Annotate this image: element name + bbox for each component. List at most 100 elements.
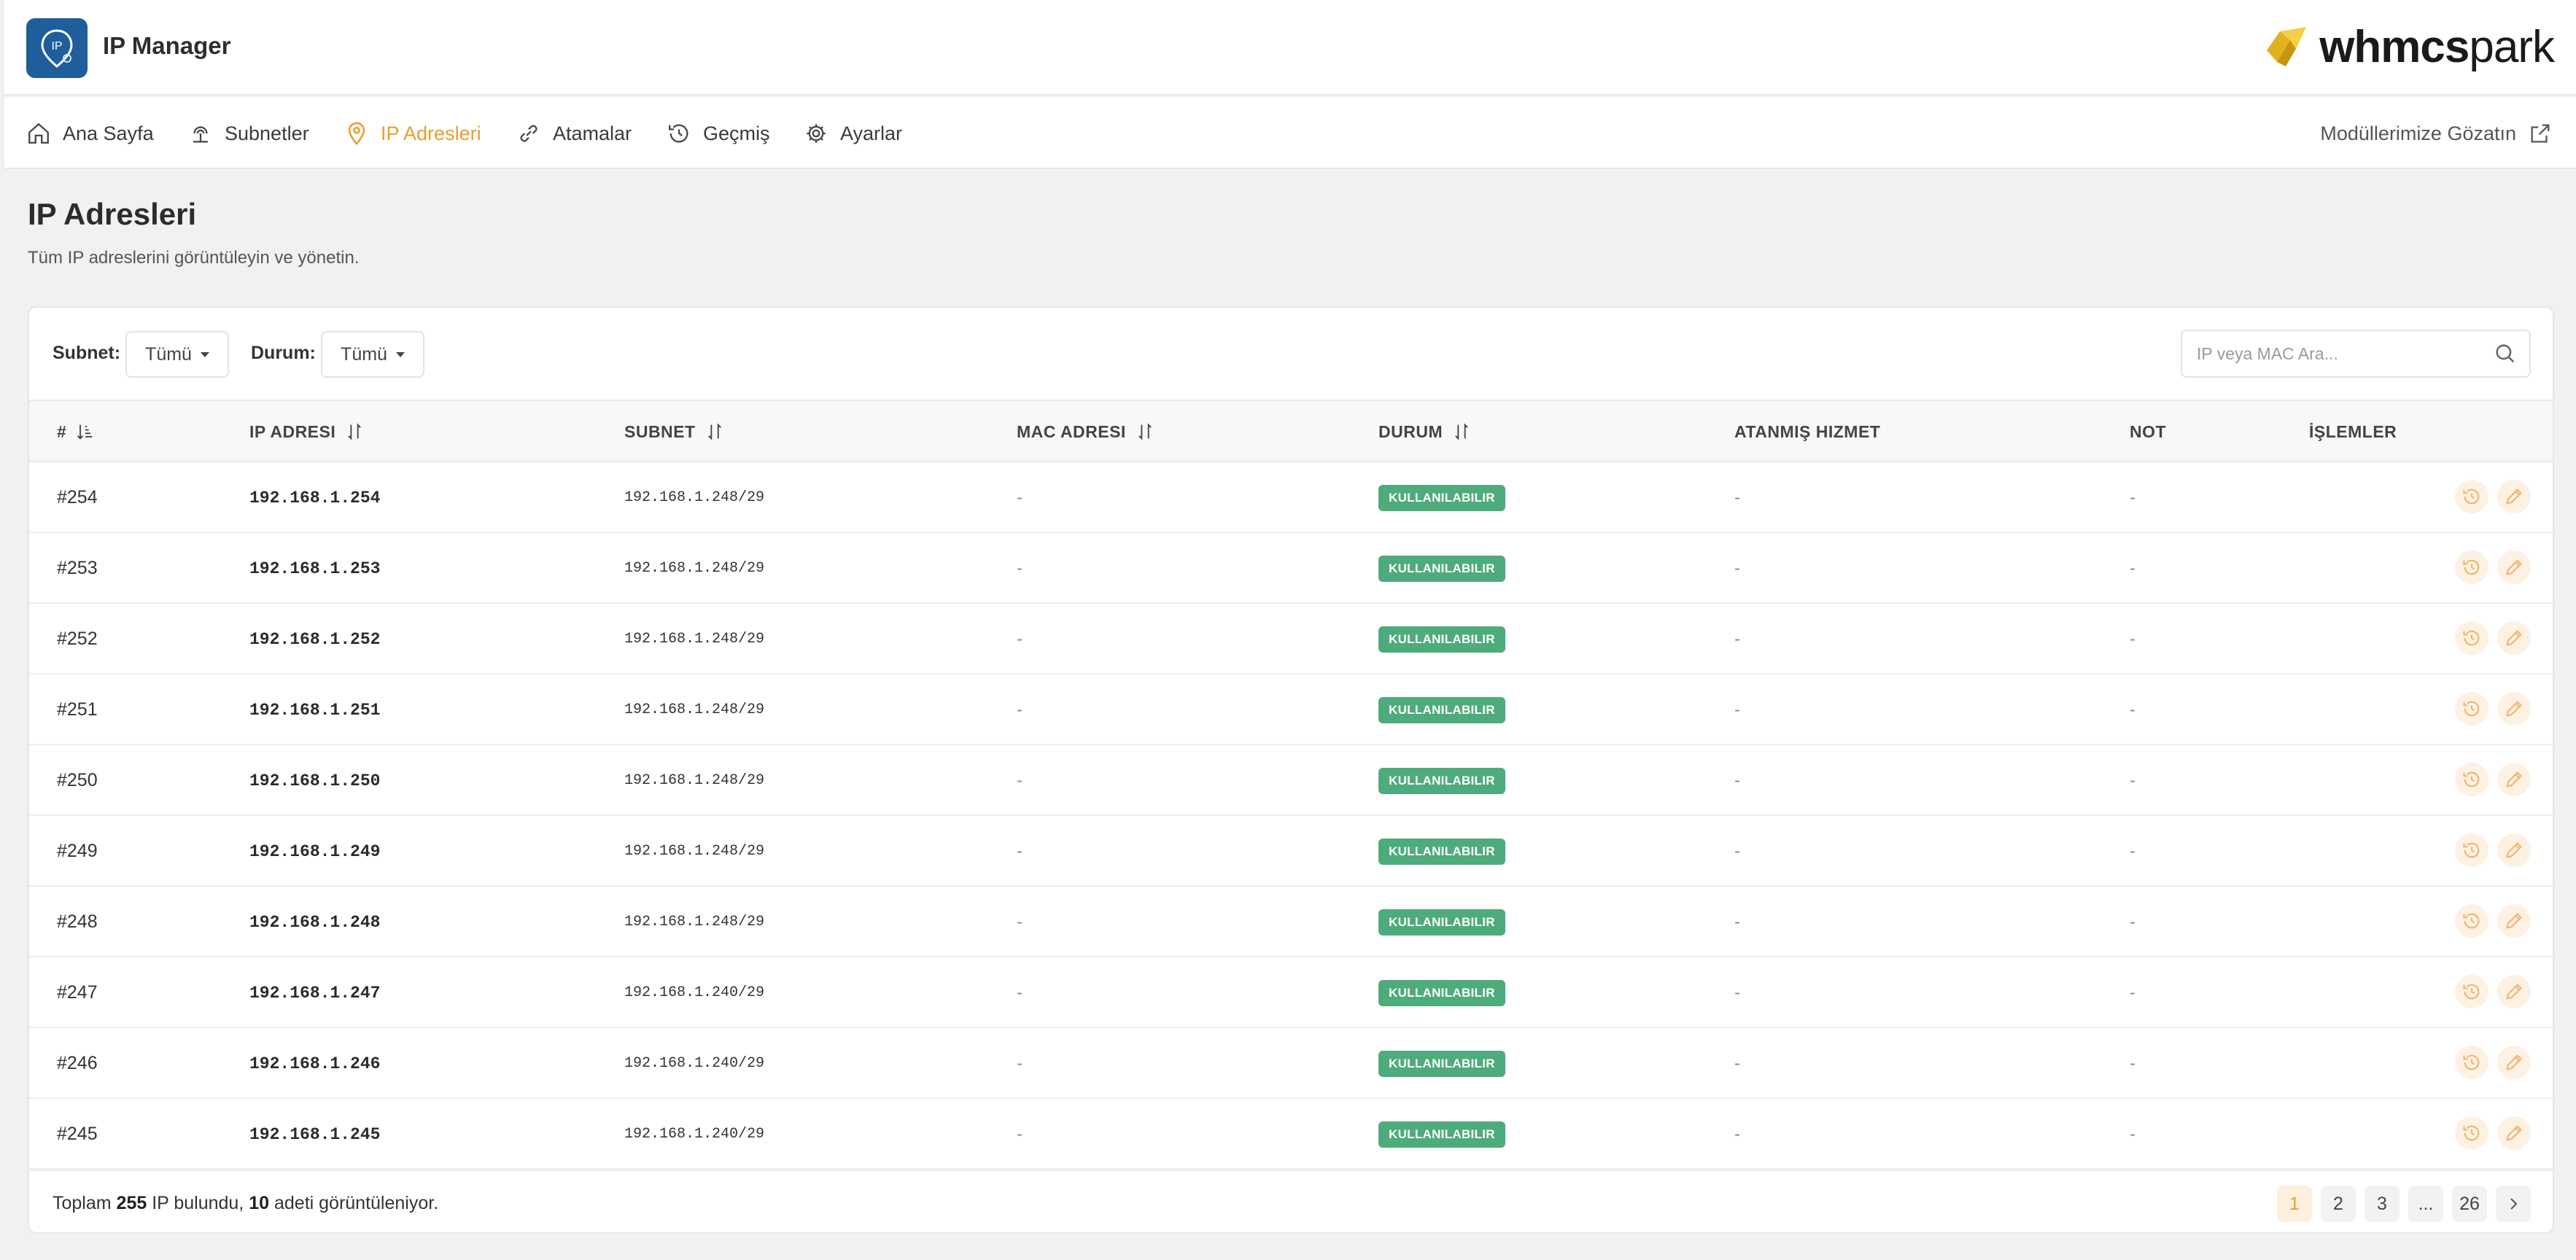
gear-icon: [807, 124, 826, 143]
edit-button[interactable]: [2497, 480, 2531, 513]
cell-status: KULLANILABILIR: [1378, 1099, 1505, 1170]
edit-button[interactable]: [2497, 692, 2531, 726]
view-history-button[interactable]: [2455, 833, 2488, 867]
nav-item-home[interactable]: Ana Sayfa: [26, 119, 154, 148]
pencil-icon: [2506, 630, 2522, 646]
cell-assigned-service: -: [1734, 629, 1740, 649]
cell-ip-address: 192.168.1.250: [249, 771, 381, 790]
cell-id: #254: [57, 487, 98, 508]
cell-mac-address: -: [1017, 699, 1023, 720]
external-modules-link[interactable]: Modüllerimize Gözatın: [2320, 119, 2553, 148]
cell-mac-address: -: [1017, 911, 1023, 932]
cell-ip-address: 192.168.1.252: [249, 629, 381, 649]
edit-button[interactable]: [2497, 621, 2531, 655]
view-history-button[interactable]: [2455, 904, 2488, 938]
summary-prefix: Toplam: [53, 1193, 112, 1213]
search-box: [2181, 330, 2531, 378]
edit-button[interactable]: [2497, 1046, 2531, 1079]
table-row: #252 192.168.1.252 192.168.1.248/29 - - - KULL…: [29, 604, 2553, 674]
view-history-button[interactable]: [2455, 763, 2488, 796]
pencil-icon: [2506, 489, 2522, 505]
row-actions: [2455, 904, 2531, 941]
view-history-button[interactable]: [2455, 1046, 2488, 1079]
history-icon: [669, 124, 688, 143]
page-button-1[interactable]: 1: [2277, 1186, 2312, 1222]
cell-status: KULLANILABILIR: [1378, 604, 1505, 674]
subnet-filter-select[interactable]: Tümü: [125, 331, 229, 378]
edit-button[interactable]: [2497, 975, 2531, 1008]
history-icon: [2463, 771, 2480, 788]
page-title: IP Adresleri: [28, 197, 197, 231]
edit-button[interactable]: [2497, 833, 2531, 867]
nav-item-subnets[interactable]: Subnetler: [188, 119, 309, 148]
status-filter-value: Tümü: [341, 343, 387, 365]
sort-icon: [1455, 423, 1468, 440]
cell-id: #249: [57, 841, 98, 861]
external-link-icon: [2531, 124, 2550, 143]
row-actions: [2455, 551, 2531, 587]
ip-table-card: Subnet: Tümü Durum: Tümü #: [28, 306, 2554, 1234]
cell-assigned-service: -: [1734, 1053, 1740, 1073]
view-history-button[interactable]: [2455, 975, 2488, 1008]
view-history-button[interactable]: [2455, 621, 2488, 655]
view-history-button[interactable]: [2455, 551, 2488, 584]
edit-button[interactable]: [2497, 904, 2531, 938]
table-row: #246 192.168.1.246 192.168.1.240/29 - - - KULL…: [29, 1028, 2553, 1099]
cell-ip-address: 192.168.1.253: [249, 559, 381, 578]
column-header-status[interactable]: DURUM: [1378, 401, 1472, 462]
page-button-26[interactable]: 26: [2452, 1186, 2487, 1222]
table-row: #253 192.168.1.253 192.168.1.248/29 - - - KULL…: [29, 533, 2553, 604]
brand-logo[interactable]: whmcspark: [2261, 19, 2555, 74]
search-icon[interactable]: [2493, 341, 2518, 366]
app-logo[interactable]: IP: [26, 18, 88, 78]
column-header-subnet[interactable]: SUBNET: [624, 401, 725, 462]
column-header-ip[interactable]: IP ADRESI: [249, 401, 365, 462]
cell-subnet: 192.168.1.248/29: [624, 843, 765, 860]
cell-id: #245: [57, 1124, 98, 1144]
app-root: IP IP Manager whmcspark Ana Sayfa Subnet…: [4, 0, 2576, 1260]
summary-suffix: adeti görüntüleniyor.: [273, 1193, 439, 1213]
nav-label: Subnetler: [225, 122, 309, 144]
view-history-button[interactable]: [2455, 692, 2488, 726]
cell-subnet: 192.168.1.248/29: [624, 772, 765, 789]
cell-ip-address: 192.168.1.249: [249, 841, 381, 861]
cell-note: -: [2130, 1053, 2135, 1073]
home-icon: [28, 122, 49, 144]
history-icon: [2463, 630, 2480, 646]
search-input[interactable]: [2197, 331, 2488, 376]
nav-item-assignments[interactable]: Atamalar: [516, 119, 632, 148]
pagination-ellipsis: ...: [2408, 1186, 2443, 1222]
header: IP IP Manager whmcspark: [4, 0, 2576, 96]
cell-mac-address: -: [1017, 841, 1023, 861]
nav-item-history[interactable]: Geçmiş: [667, 119, 770, 148]
nav-item-ip-addresses[interactable]: IP Adresleri: [344, 119, 481, 148]
nav-label: IP Adresleri: [381, 122, 481, 144]
view-history-button[interactable]: [2455, 1116, 2488, 1150]
column-header-note: NOT: [2130, 401, 2166, 462]
page-button-2[interactable]: 2: [2321, 1186, 2356, 1222]
link-icon: [520, 125, 538, 142]
cell-assigned-service: -: [1734, 982, 1740, 1003]
page-button-3[interactable]: 3: [2364, 1186, 2400, 1222]
view-history-button[interactable]: [2455, 480, 2488, 513]
table-row: #249 192.168.1.249 192.168.1.248/29 - - - KULL…: [29, 816, 2553, 887]
next-page-button[interactable]: [2496, 1186, 2531, 1222]
column-header-id[interactable]: #: [57, 401, 96, 462]
edit-button[interactable]: [2497, 1116, 2531, 1150]
edit-button[interactable]: [2497, 763, 2531, 796]
column-header-mac[interactable]: MAC ADRESI: [1017, 401, 1155, 462]
pencil-icon: [2506, 701, 2522, 717]
main-nav: Ana Sayfa Subnetler IP Adresleri Atamala…: [4, 97, 2576, 169]
cell-mac-address: -: [1017, 1124, 1023, 1144]
cell-note: -: [2130, 841, 2135, 861]
row-actions: [2455, 621, 2531, 658]
nav-label: Ana Sayfa: [63, 122, 154, 144]
status-badge: KULLANILABILIR: [1378, 1121, 1505, 1148]
edit-button[interactable]: [2497, 551, 2531, 584]
status-badge: KULLANILABILIR: [1378, 909, 1505, 936]
pencil-icon: [2506, 1125, 2522, 1141]
nav-item-settings[interactable]: Ayarlar: [804, 119, 902, 148]
status-filter-select[interactable]: Tümü: [321, 331, 424, 378]
history-icon: [2463, 559, 2480, 575]
cell-mac-address: -: [1017, 558, 1023, 578]
